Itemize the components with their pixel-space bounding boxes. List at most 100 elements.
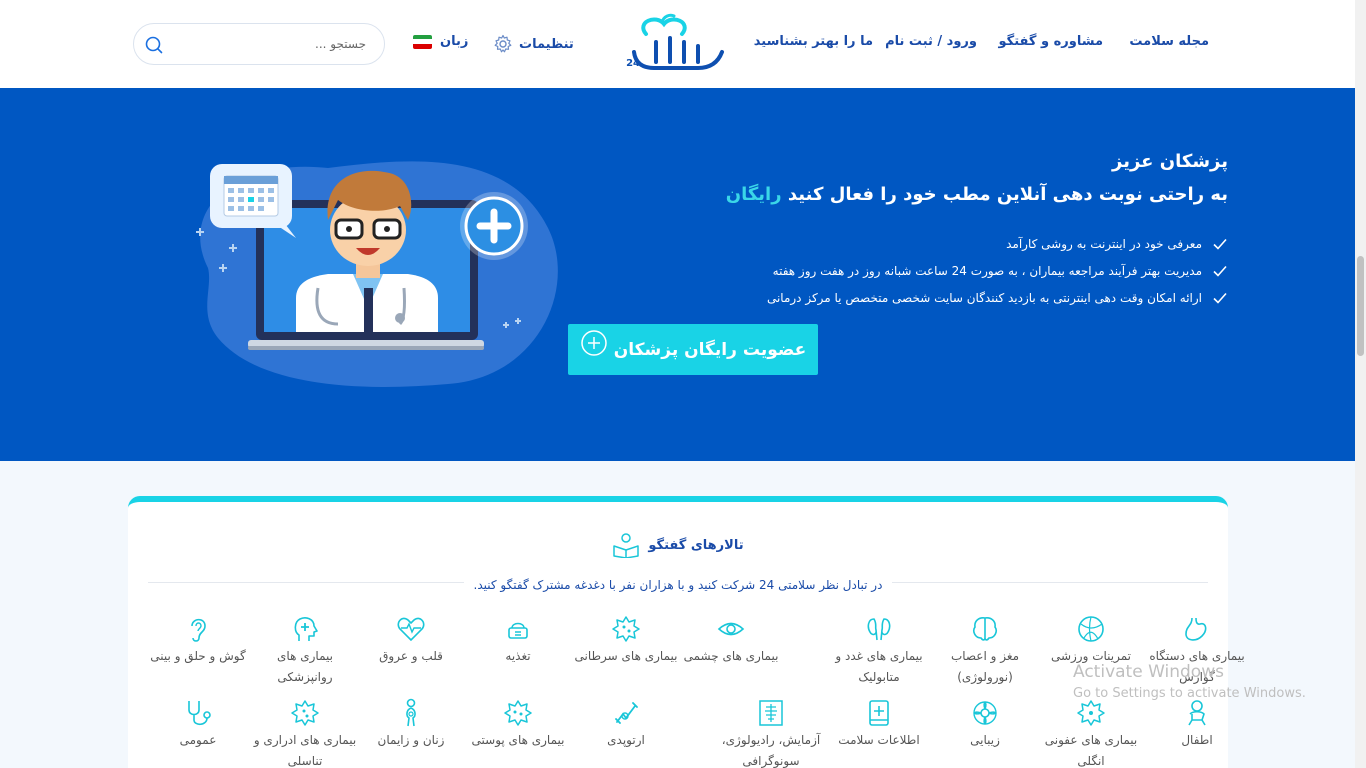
category-label: گوش و حلق و بینی: [150, 649, 246, 663]
page-scrollbar[interactable]: [1355, 0, 1366, 768]
woman-icon: [406, 698, 416, 727]
hero-subtitle-accent: رایگان: [725, 184, 782, 205]
baby-icon: [1188, 700, 1206, 726]
skin-icon: [504, 700, 532, 726]
feature-text: ارائه امکان وقت دهی اینترنتی به بازدید ک…: [766, 290, 1202, 305]
forum-category-beauty[interactable]: زیبایی: [932, 698, 1038, 751]
category-label: بیماری های چشمی: [683, 649, 779, 663]
feature-item: ارائه امکان وقت دهی اینترنتی به بازدید ک…: [767, 284, 1228, 311]
reading-person-icon: [613, 533, 640, 558]
medical-book-icon: [869, 700, 889, 726]
gear-icon: [494, 34, 512, 53]
forum-category-endocrine[interactable]: بیماری های غدد و متابولیک: [826, 614, 932, 688]
bone-icon: [615, 702, 638, 724]
search-icon[interactable]: [144, 35, 164, 55]
forum-category-pediatrics[interactable]: اطفال: [1144, 698, 1250, 751]
check-icon: [1213, 265, 1227, 277]
category-label: زیبایی: [970, 733, 1000, 747]
forum-category-lab-radiology[interactable]: آزمایش، رادیولوژی، سونوگرافی: [718, 698, 824, 768]
free-doctor-signup-button[interactable]: عضویت رایگان پزشکان: [568, 324, 818, 375]
forum-category-infectious[interactable]: بیماری های عفونی انگلی: [1038, 698, 1144, 768]
forum-category-nutrition[interactable]: تغذیه: [465, 614, 571, 667]
category-label: بیماری های سرطانی: [574, 649, 678, 663]
doctor-laptop-illustration: [196, 161, 558, 387]
category-label: اطلاعات سلامت: [838, 733, 920, 747]
forum-category-cancer[interactable]: بیماری های سرطانی: [573, 614, 679, 667]
nav-health-magazine[interactable]: مجله سلامت: [1129, 34, 1209, 49]
kidney-icon: [867, 618, 891, 641]
site-header: مجله سلامت مشاوره و گفتگو ورود / ثبت نام…: [0, 0, 1355, 88]
category-label: قلب و عروق: [379, 649, 443, 663]
forum-category-urology[interactable]: بیماری های ادراری و تناسلی: [252, 698, 358, 768]
check-icon: [1213, 292, 1227, 304]
settings-button[interactable]: تنظیمات: [493, 34, 574, 54]
category-label: آزمایش، رادیولوژی، سونوگرافی: [721, 733, 821, 768]
category-label: ارتوپدی: [607, 733, 645, 747]
cta-label: عضویت رایگان پزشکان: [613, 339, 807, 360]
flower-icon: [973, 701, 997, 725]
category-label: بیماری های روانپزشکی: [277, 649, 333, 684]
head-icon: [294, 617, 318, 641]
category-label: بیماری های غدد و متابولیک: [835, 649, 923, 684]
stomach-icon: [1185, 617, 1207, 641]
forums-title: تالارهای گفتگو: [648, 537, 744, 553]
forum-category-general[interactable]: عمومی: [145, 698, 251, 751]
hero-subtitle: به راحتی نوبت دهی آنلاین مطب خود را فعال…: [726, 184, 1228, 205]
germ-icon: [1077, 700, 1105, 726]
stethoscope-icon: [188, 701, 211, 726]
nav-about-us[interactable]: ما را بهتر بشناسید: [754, 34, 873, 49]
forums-description: در تبادل نظر سلامتی 24 شرکت کنید و با هز…: [128, 574, 1228, 593]
watermark-subtitle: Go to Settings to activate Windows.: [1073, 686, 1306, 701]
site-logo[interactable]: 24: [626, 12, 730, 76]
eye-icon: [717, 622, 745, 636]
virus-icon: [612, 616, 640, 642]
nav-consultation[interactable]: مشاوره و گفتگو: [999, 34, 1103, 49]
xray-icon: [759, 700, 783, 726]
discussion-forums-card: تالارهای گفتگو در تبادل نظر سلامتی 24 شر…: [128, 496, 1245, 768]
brain-icon: [973, 617, 997, 641]
plus-circle-icon: [581, 329, 607, 356]
logo-mark: 24: [626, 13, 724, 70]
category-label: بیماری های ادراری و تناسلی: [253, 733, 357, 768]
language-selector[interactable]: زبان: [413, 34, 468, 49]
nutrition-icon: [508, 622, 528, 639]
category-label: بیماری های پوستی: [471, 733, 565, 747]
forum-category-cardiology[interactable]: قلب و عروق: [358, 614, 464, 667]
ball-icon: [1078, 616, 1104, 642]
doctors-promo-banner: پزشکان عزیز به راحتی نوبت دهی آنلاین مطب…: [0, 88, 1355, 461]
forum-category-orthopedics[interactable]: ارتوپدی: [573, 698, 679, 751]
category-label: اطفال: [1181, 733, 1213, 747]
category-label: تغذیه: [505, 649, 531, 663]
forum-category-neurology[interactable]: مغز و اعصاب (نورولوژی): [932, 614, 1038, 688]
language-label: زبان: [440, 34, 469, 49]
hero-title: پزشکان عزیز: [1112, 151, 1228, 172]
category-label: بیماری های عفونی انگلی: [1044, 733, 1138, 768]
forums-description-text: در تبادل نظر سلامتی 24 شرکت کنید و با هز…: [463, 578, 893, 592]
bacteria-icon: [291, 700, 319, 726]
forum-category-ent[interactable]: گوش و حلق و بینی: [145, 614, 251, 667]
forum-category-gynecology[interactable]: زنان و زایمان: [358, 698, 464, 751]
svg-text:24: 24: [626, 58, 640, 69]
feature-list: معرفی خود در اینترنت به روشی کارآمد مدیر…: [767, 230, 1228, 311]
category-label: مغز و اعصاب (نورولوژی): [950, 649, 1020, 684]
search-input[interactable]: [186, 34, 366, 54]
category-label: زنان و زایمان: [377, 733, 445, 747]
forum-category-sports[interactable]: تمرینات ورزشی: [1038, 614, 1144, 667]
nav-login-register[interactable]: ورود / ثبت نام: [885, 34, 977, 49]
forums-heading: تالارهای گفتگو: [128, 532, 1228, 558]
forum-category-psychiatry[interactable]: بیماری های روانپزشکی: [252, 614, 358, 688]
feature-item: مدیریت بهتر فرآیند مراجعه بیماران ، به ص…: [767, 257, 1228, 284]
forum-category-dermatology[interactable]: بیماری های پوستی: [465, 698, 571, 751]
hero-subtitle-text: به راحتی نوبت دهی آنلاین مطب خود را فعال…: [787, 184, 1228, 205]
watermark-title: Activate Windows: [1073, 662, 1224, 682]
category-label: عمومی: [179, 733, 217, 747]
ear-icon: [191, 618, 206, 642]
scrollbar-thumb[interactable]: [1357, 256, 1364, 356]
forum-category-eye[interactable]: بیماری های چشمی: [678, 614, 784, 667]
forum-category-health-info[interactable]: اطلاعات سلامت: [826, 698, 932, 751]
heart-icon: [397, 617, 425, 642]
iran-flag-icon: [413, 34, 432, 49]
feature-text: معرفی خود در اینترنت به روشی کارآمد: [1006, 236, 1202, 251]
feature-item: معرفی خود در اینترنت به روشی کارآمد: [767, 230, 1228, 257]
feature-text: مدیریت بهتر فرآیند مراجعه بیماران ، به ص…: [772, 263, 1202, 278]
